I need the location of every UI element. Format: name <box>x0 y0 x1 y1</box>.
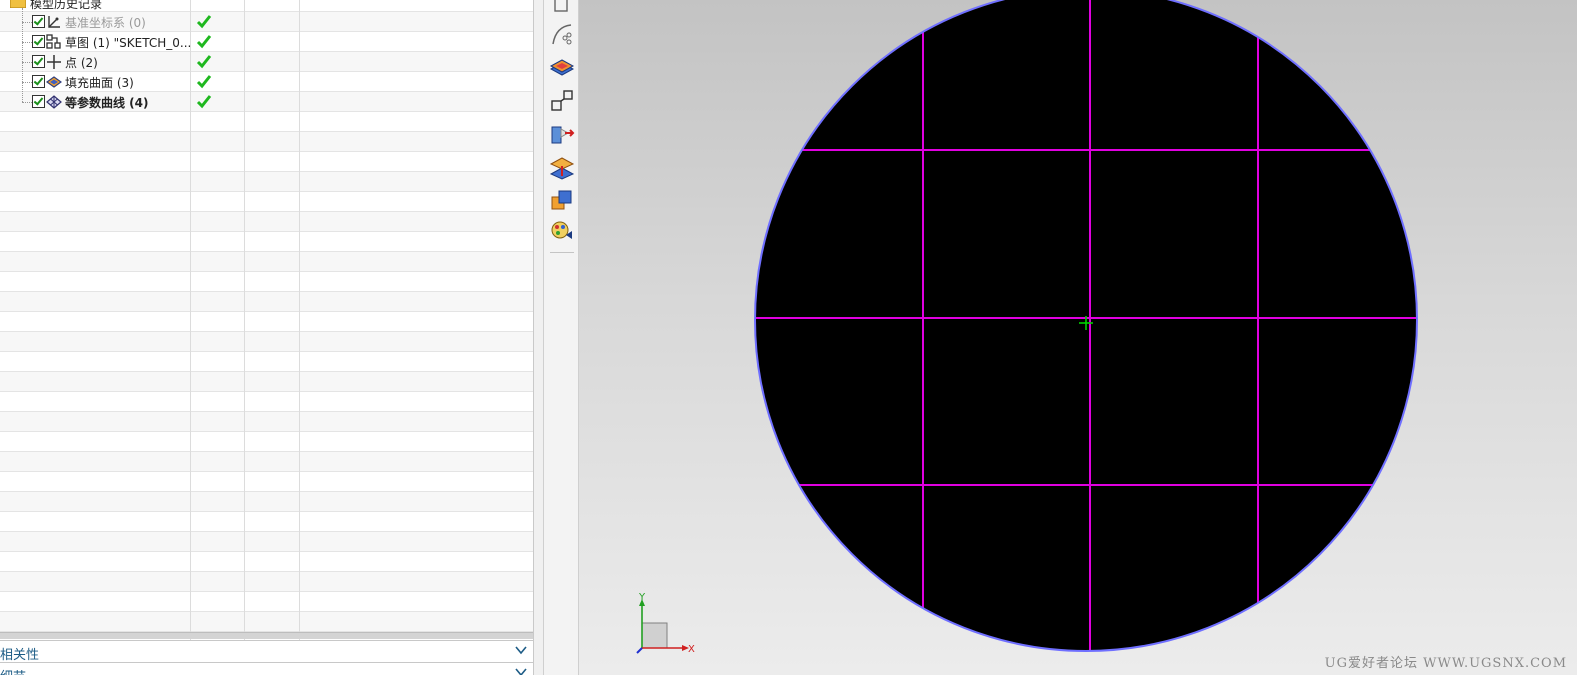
navigator-row <box>0 272 533 292</box>
details-panel-header[interactable]: 细节 <box>0 662 533 675</box>
navigator-row <box>0 252 533 272</box>
checkmark-icon <box>196 55 212 69</box>
part-navigator: 模型历史记录 基准坐标系 (0) 草图 (1) "SKETCH_0... 点 (… <box>0 0 533 675</box>
navigator-row <box>0 412 533 432</box>
model-canvas[interactable]: Y X <box>579 0 1577 675</box>
navigator-row <box>0 472 533 492</box>
navigator-row <box>0 372 533 392</box>
navigator-row <box>0 212 533 232</box>
curve-sketch-icon[interactable] <box>549 22 575 48</box>
navigator-row <box>0 112 533 132</box>
tree-connector <box>22 62 32 63</box>
navigator-row <box>0 292 533 312</box>
navigator-row <box>0 392 533 412</box>
feature-point[interactable]: 点 (2) <box>0 52 533 72</box>
navigator-row <box>0 192 533 212</box>
navigator-row <box>0 452 533 472</box>
tree-connector <box>22 22 32 23</box>
graphics-window[interactable]: Y X UG爱好者论坛 WWW.UGSNX.COM <box>579 0 1577 675</box>
triad-cube <box>641 622 668 649</box>
fill-surface-icon <box>46 76 62 88</box>
tree-connector <box>22 42 32 43</box>
visibility-checkbox[interactable] <box>32 95 45 108</box>
datum-csys-icon <box>48 16 60 28</box>
navigator-splitter[interactable] <box>533 0 543 675</box>
navigator-row <box>0 592 533 612</box>
boolean-unite-icon[interactable] <box>549 187 575 213</box>
toolbar-separator <box>550 252 574 253</box>
horizontal-scrollbar[interactable] <box>0 632 533 639</box>
feature-fill-surface[interactable]: 填充曲面 (3) <box>0 72 533 92</box>
navigator-row <box>0 132 533 152</box>
watermark-text: UG爱好者论坛 WWW.UGSNX.COM <box>1324 656 1567 671</box>
feature-label: 点 (2) <box>65 56 98 70</box>
chevron-down-icon[interactable] <box>515 666 527 675</box>
resource-toolbar <box>543 0 579 675</box>
checkmark-icon <box>196 75 212 89</box>
tree-root-label: 模型历史记录 <box>30 0 103 11</box>
chevron-down-icon[interactable] <box>515 644 527 656</box>
navigator-row <box>0 232 533 252</box>
offset-face-icon[interactable] <box>549 154 575 180</box>
feature-datum-csys[interactable]: 基准坐标系 (0) <box>0 12 533 32</box>
rendering-palette-icon[interactable] <box>549 219 575 245</box>
navigator-row <box>0 432 533 452</box>
tree-connector <box>22 82 32 83</box>
snap-view-icon[interactable] <box>549 0 575 16</box>
triad-y-label: Y <box>638 592 646 603</box>
checkmark-icon <box>196 95 212 109</box>
tree-connector <box>22 102 32 103</box>
feature-label: 草图 (1) "SKETCH_0... <box>65 36 192 50</box>
feature-sketch[interactable]: 草图 (1) "SKETCH_0... <box>0 32 533 52</box>
navigator-row <box>0 312 533 332</box>
navigator-row <box>0 352 533 372</box>
navigator-row <box>0 172 533 192</box>
visibility-checkbox[interactable] <box>32 55 45 68</box>
view-triad: Y X <box>636 592 695 655</box>
feature-isoparametric-curve[interactable]: 等参数曲线 (4) <box>0 92 533 112</box>
point-icon <box>47 55 61 69</box>
feature-label: 基准坐标系 (0) <box>65 16 146 30</box>
dependencies-panel-header[interactable]: 相关性 <box>0 640 533 663</box>
checkmark-icon <box>196 35 212 49</box>
visibility-checkbox[interactable] <box>32 35 45 48</box>
feature-label: 填充曲面 (3) <box>65 76 134 90</box>
dependencies-panel-label: 相关性 <box>0 648 40 663</box>
surface-layer-icon[interactable] <box>549 55 575 81</box>
isoparametric-curve-icon <box>46 95 62 109</box>
visibility-checkbox[interactable] <box>32 75 45 88</box>
navigator-row <box>0 552 533 572</box>
checkmark-icon <box>196 15 212 29</box>
triad-x-label: X <box>688 644 695 655</box>
sketch-icon <box>46 34 61 49</box>
navigator-row <box>0 512 533 532</box>
visibility-checkbox[interactable] <box>32 15 45 28</box>
navigator-row <box>0 332 533 352</box>
navigator-row <box>0 152 533 172</box>
navigator-row <box>0 532 533 552</box>
triad-z-axis <box>636 647 643 654</box>
navigator-row <box>0 572 533 592</box>
scale-copy-icon[interactable] <box>549 88 575 114</box>
extract-body-icon[interactable] <box>549 121 575 147</box>
navigator-row <box>0 612 533 632</box>
navigator-row <box>0 492 533 512</box>
folder-icon <box>10 0 26 8</box>
feature-label: 等参数曲线 (4) <box>65 96 149 110</box>
details-panel-label: 细节 <box>0 666 26 675</box>
